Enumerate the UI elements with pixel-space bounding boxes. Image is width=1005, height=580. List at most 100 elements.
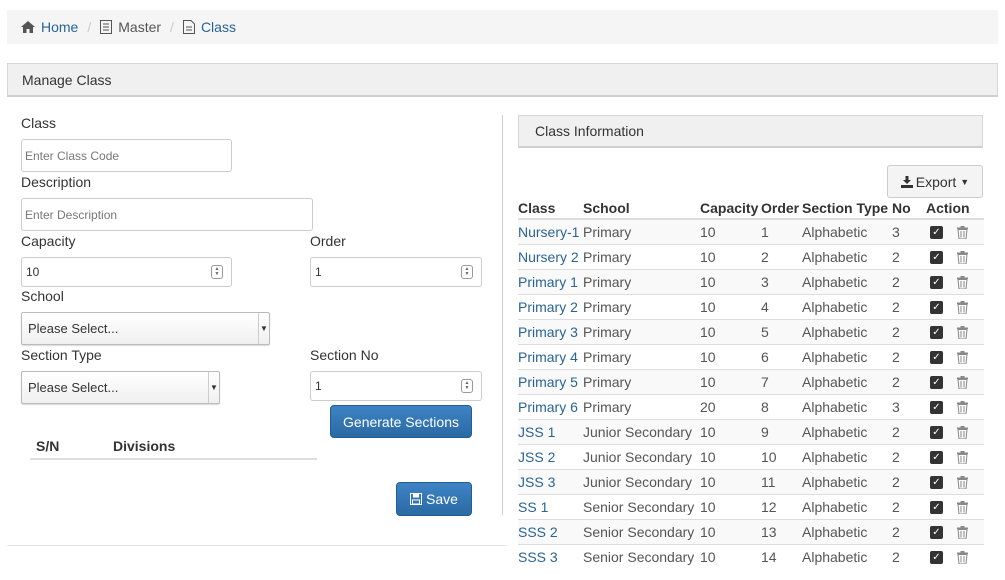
capacity-cell: 10 [700,369,761,395]
class-code-input[interactable] [21,139,232,172]
class-cell[interactable]: Primary 6 [518,394,583,420]
class-cell[interactable]: Primary 1 [518,269,583,295]
divisions-column-header: Divisions [113,438,176,454]
class-link[interactable]: Nursery-1 [518,224,579,240]
class-cell[interactable]: SSS 3 [518,544,583,569]
action-cell: ✓ [922,218,984,245]
order-input[interactable]: 1 ▲ ▼ [310,257,482,287]
trash-icon[interactable] [957,325,968,339]
breadcrumb-master-label[interactable]: Master [118,19,161,35]
class-cell[interactable]: Primary 3 [518,319,583,345]
trash-icon[interactable] [957,400,968,414]
checkbox-icon[interactable]: ✓ [930,400,943,414]
checkbox-icon[interactable]: ✓ [930,500,943,514]
class-link[interactable]: Primary 6 [518,399,578,415]
class-link[interactable]: JSS 1 [518,424,555,440]
checkbox-icon[interactable]: ✓ [930,550,943,564]
generate-sections-button[interactable]: Generate Sections [330,405,472,438]
no-cell: 3 [892,218,922,245]
class-link[interactable]: JSS 2 [518,449,555,465]
table-header-row: Class School Capacity Order Section Type… [518,198,984,220]
no-cell: 2 [892,444,922,470]
trash-icon[interactable] [957,450,968,464]
breadcrumb-home[interactable]: Home [21,19,78,35]
checkbox-icon[interactable]: ✓ [930,275,943,289]
section-type-cell: Alphabetic [802,419,892,445]
section-type-select-value: Please Select... [28,380,119,395]
trash-icon[interactable] [957,225,968,239]
checkbox-icon[interactable]: ✓ [930,350,943,364]
trash-icon[interactable] [957,300,968,314]
capacity-input[interactable]: 10 ▲ ▼ [21,257,232,287]
capacity-cell: 10 [700,244,761,270]
checkbox-icon[interactable]: ✓ [930,250,943,264]
trash-icon[interactable] [957,275,968,289]
trash-icon[interactable] [957,550,968,564]
no-cell: 2 [892,269,922,295]
action-cell: ✓ [922,369,984,395]
school-select[interactable]: Please Select... ▼ [21,312,270,345]
breadcrumb-class[interactable]: Class [182,19,236,35]
table-row: SS 1 Senior Secondary 10 12 Alphabetic 2 ✓ [518,494,984,520]
class-link[interactable]: Primary 1 [518,274,578,290]
checkbox-icon[interactable]: ✓ [930,375,943,389]
checkbox-icon[interactable]: ✓ [930,225,943,239]
class-link[interactable]: SSS 2 [518,524,558,540]
trash-icon[interactable] [957,525,968,539]
class-link[interactable]: SS 1 [518,499,548,515]
table-row: Nursery-1 Primary 10 1 Alphabetic 3 ✓ [518,218,984,245]
export-button[interactable]: Export ▼ [887,165,983,198]
checkbox-icon[interactable]: ✓ [930,475,943,489]
checkbox-icon[interactable]: ✓ [930,450,943,464]
class-cell[interactable]: SSS 2 [518,519,583,545]
class-link[interactable]: SSS 3 [518,549,558,565]
class-link[interactable]: Primary 4 [518,349,578,365]
export-label: Export [915,173,957,190]
class-cell[interactable]: JSS 1 [518,419,583,445]
class-link[interactable]: Primary 2 [518,299,578,315]
class-cell[interactable]: SS 1 [518,494,583,520]
capacity-cell: 10 [700,419,761,445]
checkbox-icon[interactable]: ✓ [930,325,943,339]
class-cell[interactable]: Nursery 2 [518,244,583,270]
spinner-icon[interactable]: ▲ ▼ [461,379,473,393]
breadcrumb-master[interactable]: Master [100,19,161,35]
class-cell[interactable]: Nursery-1 [518,218,583,245]
trash-icon[interactable] [957,350,968,364]
no-cell: 3 [892,394,922,420]
trash-icon[interactable] [957,250,968,264]
breadcrumb-home-link[interactable]: Home [41,19,78,35]
class-cell[interactable]: Primary 5 [518,369,583,395]
spinner-icon[interactable]: ▲ ▼ [211,265,223,279]
checkbox-icon[interactable]: ✓ [930,425,943,439]
class-cell[interactable]: Primary 2 [518,294,583,320]
section-type-select[interactable]: Please Select... ▼ [21,371,220,404]
class-link[interactable]: Nursery 2 [518,249,579,265]
class-link[interactable]: JSS 3 [518,474,555,490]
class-cell[interactable]: Primary 4 [518,344,583,370]
breadcrumb-class-link[interactable]: Class [201,19,236,35]
class-link[interactable]: Primary 3 [518,324,578,340]
trash-icon[interactable] [957,500,968,514]
section-type-cell: Alphabetic [802,444,892,470]
checkbox-icon[interactable]: ✓ [930,300,943,314]
table-row: Nursery 2 Primary 10 2 Alphabetic 2 ✓ [518,244,984,270]
capacity-cell: 10 [700,494,761,520]
school-cell: Senior Secondary [583,494,700,520]
spinner-icon[interactable]: ▲ ▼ [461,265,473,279]
class-link[interactable]: Primary 5 [518,374,578,390]
description-input[interactable] [21,198,313,231]
trash-icon[interactable] [957,375,968,389]
breadcrumb-separator: / [170,19,174,35]
school-cell: Primary [583,244,700,270]
trash-icon[interactable] [957,425,968,439]
trash-icon[interactable] [957,475,968,489]
capacity-cell: 10 [700,544,761,569]
checkbox-icon[interactable]: ✓ [930,525,943,539]
class-cell[interactable]: JSS 3 [518,469,583,495]
table-row: JSS 1 Junior Secondary 10 9 Alphabetic 2 ✓ [518,419,984,445]
section-no-input[interactable]: 1 ▲ ▼ [310,371,482,401]
capacity-value: 10 [26,265,40,279]
class-cell[interactable]: JSS 2 [518,444,583,470]
save-button[interactable]: Save [396,482,472,516]
